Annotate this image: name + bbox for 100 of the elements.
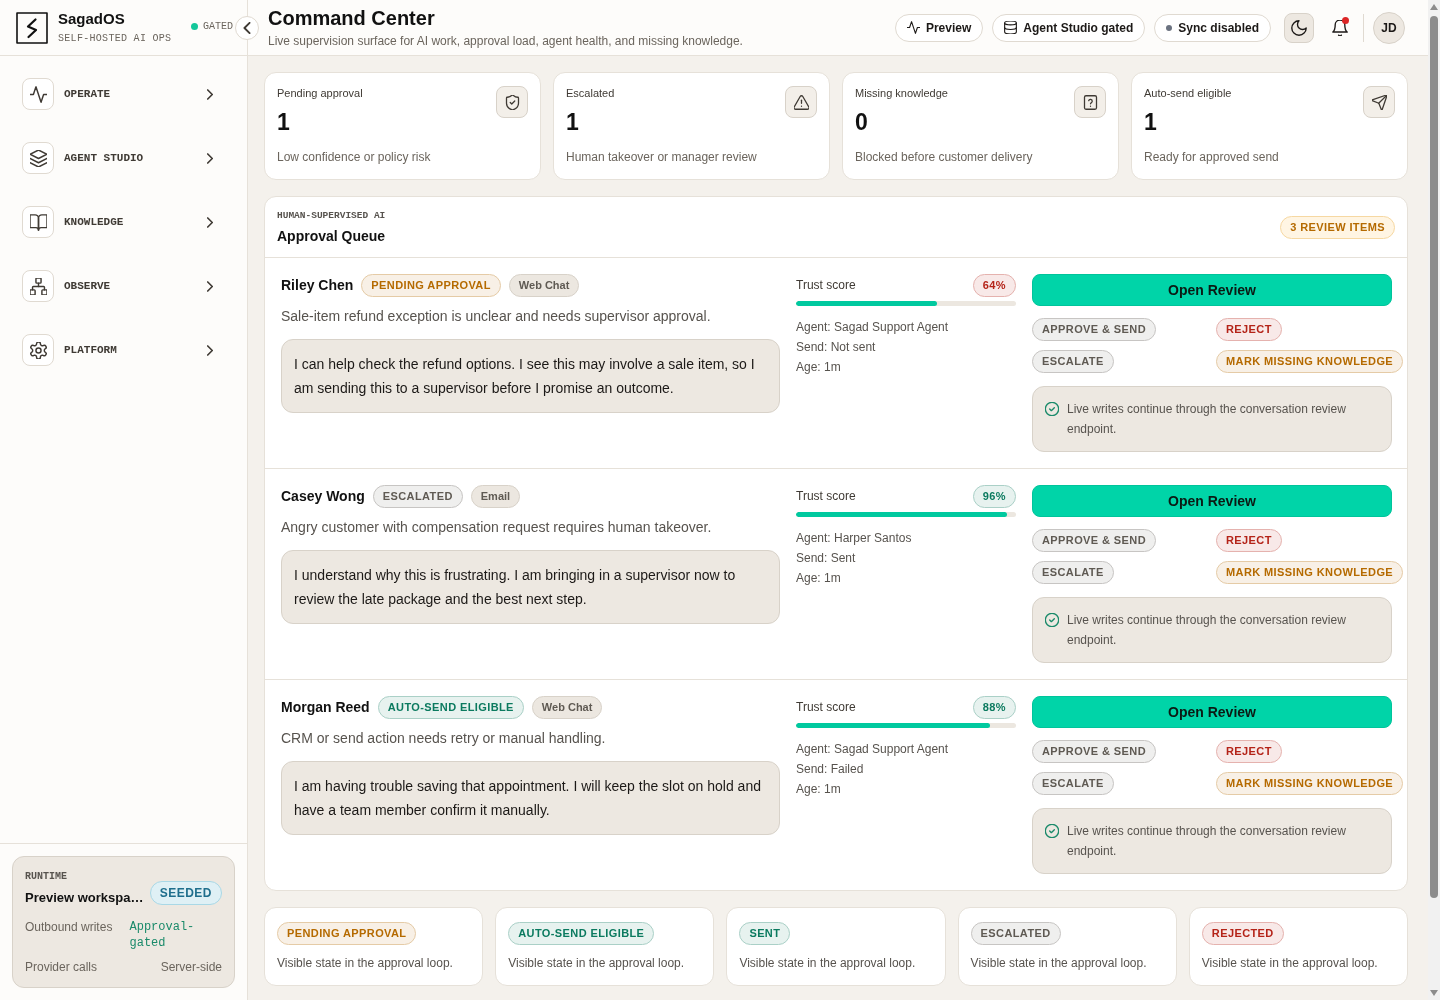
action-button[interactable]: MARK MISSING KNOWLEDGE: [1216, 350, 1404, 373]
issue-summary: CRM or send action needs retry or manual handling.: [281, 729, 607, 748]
status-badge: AUTO-SEND ELIGIBLE: [508, 922, 655, 945]
meta-text: Send: Failed: [796, 761, 865, 778]
customer-name: Morgan Reed: [281, 697, 370, 717]
status-badge: PENDING APPROVAL: [277, 922, 417, 945]
state-description: Visible state in the approval loop.: [970, 955, 1147, 971]
nav-item[interactable]: AGENT STUDIO: [12, 132, 235, 184]
page-subtitle: Live supervision surface for AI work, approval load, agent health, and missing knowledge.: [268, 33, 743, 49]
action-button[interactable]: ESCALATE: [1032, 561, 1114, 584]
scroll-up-icon: [1430, 4, 1438, 10]
stat-note: Blocked before customer delivery: [855, 149, 1033, 165]
action-button[interactable]: ESCALATE: [1032, 350, 1114, 373]
header-chip[interactable]: Agent Studio gated: [992, 13, 1146, 42]
chevron-left-icon: [242, 22, 252, 34]
brand-tagline: SELF-HOSTED AI OPS: [58, 31, 172, 46]
meta-text: Agent: Sagad Support Agent: [796, 319, 950, 336]
action-button[interactable]: REJECT: [1216, 529, 1282, 552]
action-button[interactable]: REJECT: [1216, 318, 1282, 341]
runtime-title: Preview workspa…: [25, 889, 144, 907]
stat-note: Low confidence or policy risk: [277, 149, 431, 165]
pulse-icon: [22, 78, 54, 110]
stat-value: 1: [566, 109, 580, 135]
nav-item[interactable]: KNOWLEDGE: [12, 196, 235, 248]
action-button[interactable]: MARK MISSING KNOWLEDGE: [1216, 561, 1404, 584]
customer-name: Riley Chen: [281, 275, 354, 295]
stat-value: 0: [855, 109, 869, 135]
trust-score-label: Trust score: [796, 488, 856, 505]
stat-value: 1: [277, 109, 291, 135]
review-note: Live writes continue through the conversation review endpoint.: [1067, 612, 1347, 649]
header-chip[interactable]: Preview: [894, 13, 984, 42]
nav-item[interactable]: OPERATE: [12, 68, 235, 120]
status-badge: REJECTED: [1201, 922, 1284, 945]
state-description: Visible state in the approval loop.: [277, 955, 453, 971]
scrollbar[interactable]: [1428, 0, 1440, 1000]
meta-text: Age: 1m: [796, 781, 842, 798]
nav-item[interactable]: PLATFORM: [12, 324, 235, 376]
action-button[interactable]: REJECT: [1216, 740, 1282, 763]
action-button[interactable]: MARK MISSING KNOWLEDGE: [1216, 772, 1404, 795]
action-button[interactable]: APPROVE & SEND: [1032, 318, 1156, 341]
action-button[interactable]: APPROVE & SEND: [1032, 740, 1156, 763]
draft-reply: I can help check the refund options. I see this may involve a sale item, so I am sending this to a supervisor before I promise an outcome.: [281, 339, 780, 413]
channel-badge: Web Chat: [531, 695, 603, 719]
shield-check-icon: [496, 86, 528, 118]
send-icon: [1363, 86, 1395, 118]
meta-text: Age: 1m: [796, 359, 842, 376]
collapse-button[interactable]: [235, 16, 259, 40]
open-review-button[interactable]: Open Review: [1032, 485, 1392, 517]
status-badge: ESCALATED: [372, 484, 463, 508]
runtime-eyebrow: RUNTIME: [25, 871, 68, 883]
action-button[interactable]: APPROVE & SEND: [1032, 529, 1156, 552]
state-description: Visible state in the approval loop.: [1201, 955, 1378, 971]
issue-summary: Angry customer with compensation request requires human takeover.: [281, 518, 713, 537]
stat-label: Missing knowledge: [855, 86, 949, 101]
open-review-button[interactable]: Open Review: [1032, 696, 1392, 728]
header-chip[interactable]: Sync disabled: [1154, 13, 1271, 42]
meta-text: Age: 1m: [796, 570, 842, 587]
fact-value: Server-side: [160, 959, 222, 975]
nav-item[interactable]: OBSERVE: [12, 260, 235, 312]
stat-label: Escalated: [566, 86, 616, 101]
question-document-icon: [1074, 86, 1106, 118]
status-badge: PENDING APPROVAL: [361, 273, 501, 297]
settings-icon: [22, 334, 54, 366]
state-description: Visible state in the approval loop.: [739, 955, 916, 971]
fact-label: Provider calls: [25, 959, 98, 975]
user-avatar[interactable]: JD: [1373, 11, 1405, 44]
issue-summary: Sale-item refund exception is unclear and needs supervisor approval.: [281, 307, 712, 326]
status-dot-icon: [191, 23, 198, 30]
draft-reply: I understand why this is frustrating. I am bringing in a supervisor now to review the late package and the best next step.: [281, 550, 780, 624]
score-badge: 64%: [972, 273, 1016, 297]
score-badge: 96%: [972, 484, 1016, 508]
stat-note: Human takeover or manager review: [566, 149, 757, 165]
state-description: Visible state in the approval loop.: [508, 955, 685, 971]
logo-icon: [16, 11, 48, 44]
meta-text: Send: Sent: [796, 550, 857, 567]
scroll-down-icon: [1430, 990, 1438, 996]
scrollbar-thumb[interactable]: [1430, 16, 1438, 898]
network-icon: [22, 270, 54, 302]
fact-value: Approval-gated: [129, 919, 196, 951]
score-badge: 88%: [972, 695, 1016, 719]
moon-icon: [1291, 19, 1307, 36]
channel-badge: Web Chat: [508, 273, 580, 297]
meta-text: Agent: Harper Santos: [796, 530, 913, 547]
pulse-icon: [906, 21, 920, 34]
queue-title: Approval Queue: [277, 226, 386, 245]
database-icon: [1004, 21, 1018, 34]
draft-reply: I am having trouble saving that appointment. I will keep the slot on hold and have a team member confirm it manually.: [281, 761, 780, 835]
trust-score-label: Trust score: [796, 277, 856, 294]
trust-score-label: Trust score: [796, 699, 856, 716]
page-title: Command Center: [268, 6, 436, 30]
open-review-button[interactable]: Open Review: [1032, 274, 1392, 306]
action-button[interactable]: ESCALATE: [1032, 772, 1114, 795]
book-icon: [22, 206, 54, 238]
status-badge: ESCALATED: [970, 922, 1061, 945]
queue-eyebrow: HUMAN-SUPERVISED AI: [277, 209, 386, 222]
stat-note: Ready for approved send: [1144, 149, 1279, 165]
theme-toggle-button[interactable]: [1284, 12, 1314, 43]
stat-value: 1: [1144, 109, 1158, 135]
channel-badge: Email: [470, 484, 521, 508]
customer-name: Casey Wong: [281, 486, 365, 506]
